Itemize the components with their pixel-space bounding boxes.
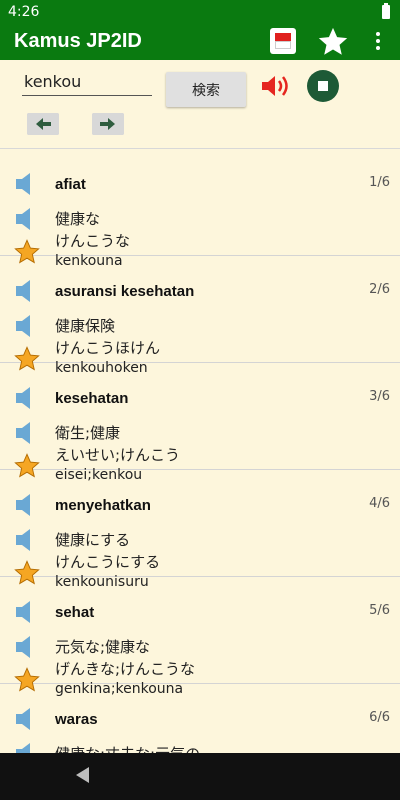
app-title: Kamus JP2ID xyxy=(14,30,142,52)
japanese-kana: けんこうにする xyxy=(55,553,161,571)
status-bar: 4:26 xyxy=(0,0,400,24)
speaker-icon[interactable] xyxy=(14,706,40,732)
app-bar: Kamus JP2ID xyxy=(0,24,400,60)
stop-button[interactable] xyxy=(307,70,339,102)
speaker-icon[interactable] xyxy=(14,313,40,339)
speaker-icon[interactable] xyxy=(14,206,40,232)
overflow-menu-icon[interactable] xyxy=(370,30,386,54)
speaker-icon[interactable] xyxy=(14,385,40,411)
results-list[interactable]: afiat 1/6 健康な けんこうな kenkouna asuransi ke… xyxy=(0,149,400,753)
speaker-icon[interactable] xyxy=(14,527,40,553)
system-back-icon[interactable] xyxy=(76,767,89,783)
japanese-kana: えいせい;けんこう xyxy=(55,446,181,464)
speaker-icon[interactable] xyxy=(14,278,40,304)
forward-arrow-icon[interactable] xyxy=(92,113,124,135)
indonesian-word: menyehatkan xyxy=(55,497,151,514)
result-index: 6/6 xyxy=(369,710,390,725)
japanese-kana: げんきな;けんこうな xyxy=(55,660,196,678)
back-arrow-icon[interactable] xyxy=(27,113,59,135)
flag-white-stripe xyxy=(275,41,291,49)
speaker-icon[interactable] xyxy=(14,492,40,518)
language-flag-button[interactable] xyxy=(270,28,296,54)
speaker-icon[interactable] xyxy=(14,599,40,625)
speaker-icon[interactable] xyxy=(14,420,40,446)
list-item[interactable]: sehat 5/6 元気な;健康な げんきな;けんこうな genkina;ken… xyxy=(0,577,400,697)
status-time: 4:26 xyxy=(8,4,40,20)
search-button[interactable]: 検索 xyxy=(166,72,246,107)
indonesian-word: afiat xyxy=(55,176,86,193)
result-index: 3/6 xyxy=(369,389,390,404)
speaker-icon[interactable] xyxy=(260,72,294,100)
search-input[interactable] xyxy=(22,68,152,96)
list-item[interactable]: afiat 1/6 健康な けんこうな kenkouna xyxy=(0,149,400,269)
list-item[interactable]: asuransi kesehatan 2/6 健康保険 けんこうほけん kenk… xyxy=(0,256,400,376)
japanese-kanji: 元気な;健康な xyxy=(55,638,151,656)
japanese-kanji: 健康な xyxy=(55,210,101,228)
japanese-kanji: 健康にする xyxy=(55,531,131,549)
result-index: 4/6 xyxy=(369,496,390,511)
indonesian-word: kesehatan xyxy=(55,390,129,407)
list-item[interactable]: kesehatan 3/6 衛生;健康 えいせい;けんこう eisei;kenk… xyxy=(0,363,400,483)
speaker-icon[interactable] xyxy=(14,741,40,753)
list-item[interactable]: menyehatkan 4/6 健康にする けんこうにする kenkounisu… xyxy=(0,470,400,590)
flag-red-stripe xyxy=(275,33,291,41)
result-index: 1/6 xyxy=(369,175,390,190)
speaker-icon[interactable] xyxy=(14,634,40,660)
indonesian-word: asuransi kesehatan xyxy=(55,283,195,300)
japanese-kanji: 健康保険 xyxy=(55,317,116,335)
result-index: 2/6 xyxy=(369,282,390,297)
list-item[interactable]: waras 6/6 健康な;丈夫な;元気の xyxy=(0,684,400,753)
result-index: 5/6 xyxy=(369,603,390,618)
japanese-kanji: 健康な;丈夫な;元気の xyxy=(55,743,200,753)
favorites-star-icon[interactable] xyxy=(316,25,350,59)
indonesian-word: waras xyxy=(55,711,98,728)
system-nav-bar xyxy=(0,753,400,800)
indonesian-word: sehat xyxy=(55,604,95,621)
speaker-icon[interactable] xyxy=(14,171,40,197)
japanese-kana: けんこうほけん xyxy=(55,339,161,357)
japanese-kana: けんこうな xyxy=(55,232,131,250)
japanese-kanji: 衛生;健康 xyxy=(55,424,121,442)
battery-icon xyxy=(382,3,390,19)
